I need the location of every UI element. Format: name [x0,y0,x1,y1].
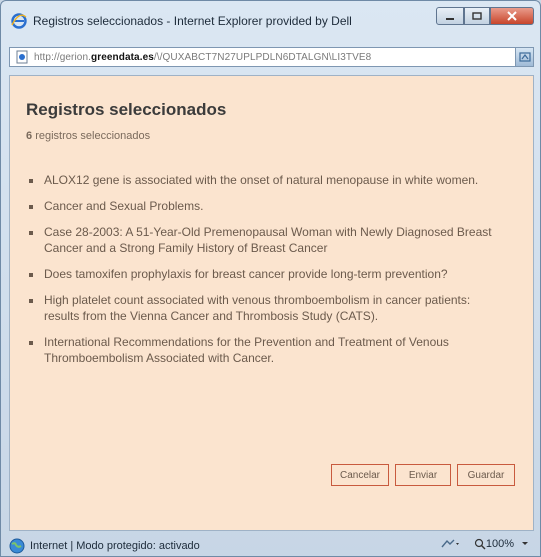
browser-window: Registros seleccionados - Internet Explo… [0,0,541,557]
status-right: 100% [440,538,530,550]
status-bar: Internet | Modo protegido: activado 100% [1,535,540,557]
url-text[interactable]: http://gerion.greendata.es/\/QUXABCT7N27… [34,52,515,63]
window-controls [436,7,534,25]
records-count-label: registros seleccionados [35,130,151,142]
window-title: Registros seleccionados - Internet Explo… [33,14,352,28]
list-item: International Recommendations for the Pr… [26,334,502,366]
zoom-icon [474,538,486,550]
url-domain: greendata.es [91,51,154,63]
page-title: Registros seleccionados [26,100,227,119]
security-zone-text: Internet | Modo protegido: activado [30,540,200,552]
send-button[interactable]: Enviar [395,464,451,486]
maximize-button[interactable] [464,7,490,25]
address-bar[interactable]: http://gerion.greendata.es/\/QUXABCT7N27… [9,47,534,67]
records-count: 6 registros seleccionados [26,130,150,142]
list-item: ALOX12 gene is associated with the onset… [26,172,502,188]
list-item: High platelet count associated with veno… [26,292,502,324]
protected-mode-dropdown[interactable] [440,538,462,550]
list-item: Cancer and Sexual Problems. [26,198,502,214]
url-path: /\/QUXABCT7N27UPLPDLN6DTALGN\LI3TVE8 [153,51,372,63]
records-list: ALOX12 gene is associated with the onset… [26,172,502,376]
internet-explorer-icon [11,13,27,29]
zoom-level: 100% [485,538,514,550]
zoom-control[interactable]: 100% [474,538,530,550]
title-bar: Registros seleccionados - Internet Explo… [1,1,540,41]
records-count-number: 6 [26,130,33,142]
globe-icon [9,538,25,554]
save-button[interactable]: Guardar [457,464,515,486]
url-prefix: http://gerion. [34,51,91,63]
close-button[interactable] [490,7,534,25]
cancel-button[interactable]: Cancelar [331,464,389,486]
list-item: Case 28-2003: A 51-Year-Old Premenopausa… [26,224,502,256]
minimize-button[interactable] [436,7,464,25]
compatibility-view-icon[interactable] [515,48,533,66]
page-icon [14,50,30,64]
page-content: Registros seleccionados 6 registros sele… [9,75,534,531]
list-item: Does tamoxifen prophylaxis for breast ca… [26,266,502,282]
action-buttons: Cancelar Enviar Guardar [331,464,515,486]
chevron-down-icon [522,542,528,545]
